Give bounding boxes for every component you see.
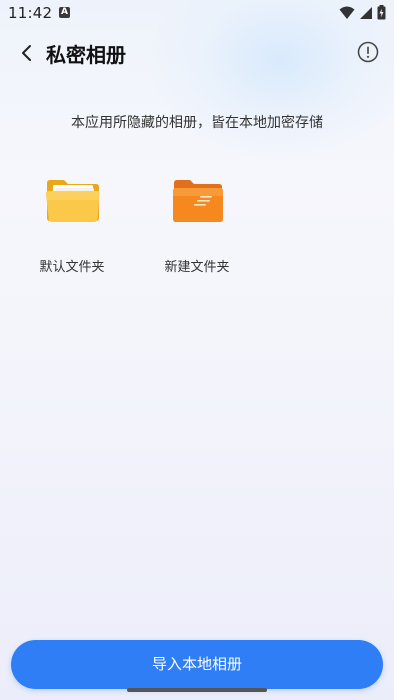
folder-default[interactable]: 默认文件夹 [22, 170, 122, 280]
notification-icon: A [59, 7, 70, 18]
folder-new[interactable]: 新建文件夹 [147, 170, 247, 280]
new-folder-icon [173, 180, 223, 222]
privacy-notice: 本应用所隐藏的相册，皆在本地加密存储 [71, 115, 323, 131]
chevron-left-icon [22, 45, 31, 61]
signal-icon [360, 6, 372, 19]
battery-icon [377, 5, 386, 20]
wifi-icon [339, 6, 355, 19]
status-bar: 11:42 A [0, 0, 394, 26]
status-icons [339, 5, 386, 20]
info-button[interactable] [356, 40, 380, 64]
info-icon [357, 41, 379, 63]
import-local-album-button[interactable]: 导入本地相册 [11, 640, 383, 689]
home-indicator [127, 688, 267, 692]
page-title: 私密相册 [46, 43, 126, 67]
back-button[interactable] [12, 38, 40, 68]
status-time: 11:42 [8, 4, 53, 22]
folder-label: 新建文件夹 [164, 260, 230, 275]
folder-icon [46, 180, 100, 222]
folder-label: 默认文件夹 [39, 260, 105, 275]
header: 私密相册 [0, 30, 394, 76]
